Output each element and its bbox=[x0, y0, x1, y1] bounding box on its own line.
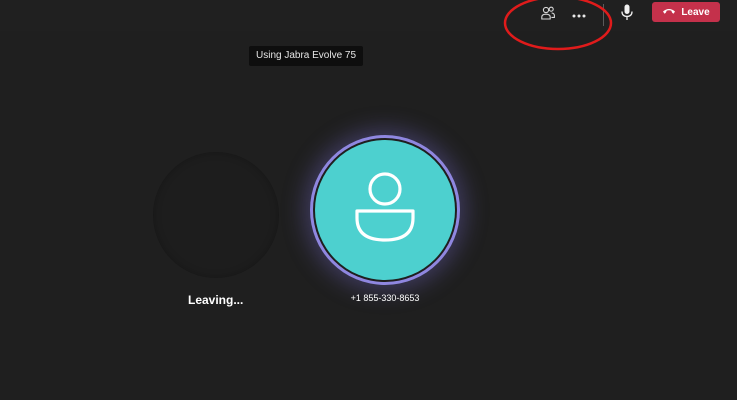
microphone-icon bbox=[621, 4, 633, 26]
participant-name: +1 855-330-8653 bbox=[350, 293, 420, 303]
call-toolbar: Leave bbox=[0, 0, 737, 31]
audio-device-tooltip: Using Jabra Evolve 75 bbox=[249, 46, 364, 66]
show-participants-button[interactable] bbox=[535, 3, 561, 27]
person-icon bbox=[353, 171, 417, 249]
more-options-icon bbox=[571, 6, 587, 24]
toolbar-divider bbox=[603, 4, 604, 26]
call-window: Leave Using Jabra Evolve 75 Leaving... +… bbox=[0, 0, 737, 400]
remote-participant-tile bbox=[310, 135, 460, 285]
people-icon bbox=[540, 5, 556, 26]
mute-button[interactable] bbox=[614, 3, 640, 27]
leave-button[interactable]: Leave bbox=[652, 2, 720, 22]
more-options-button[interactable] bbox=[566, 3, 592, 27]
hang-up-icon bbox=[662, 7, 676, 18]
avatar bbox=[315, 140, 455, 280]
leave-label: Leave bbox=[681, 6, 710, 18]
local-video-placeholder bbox=[153, 152, 279, 278]
leaving-status: Leaving... bbox=[188, 293, 244, 307]
